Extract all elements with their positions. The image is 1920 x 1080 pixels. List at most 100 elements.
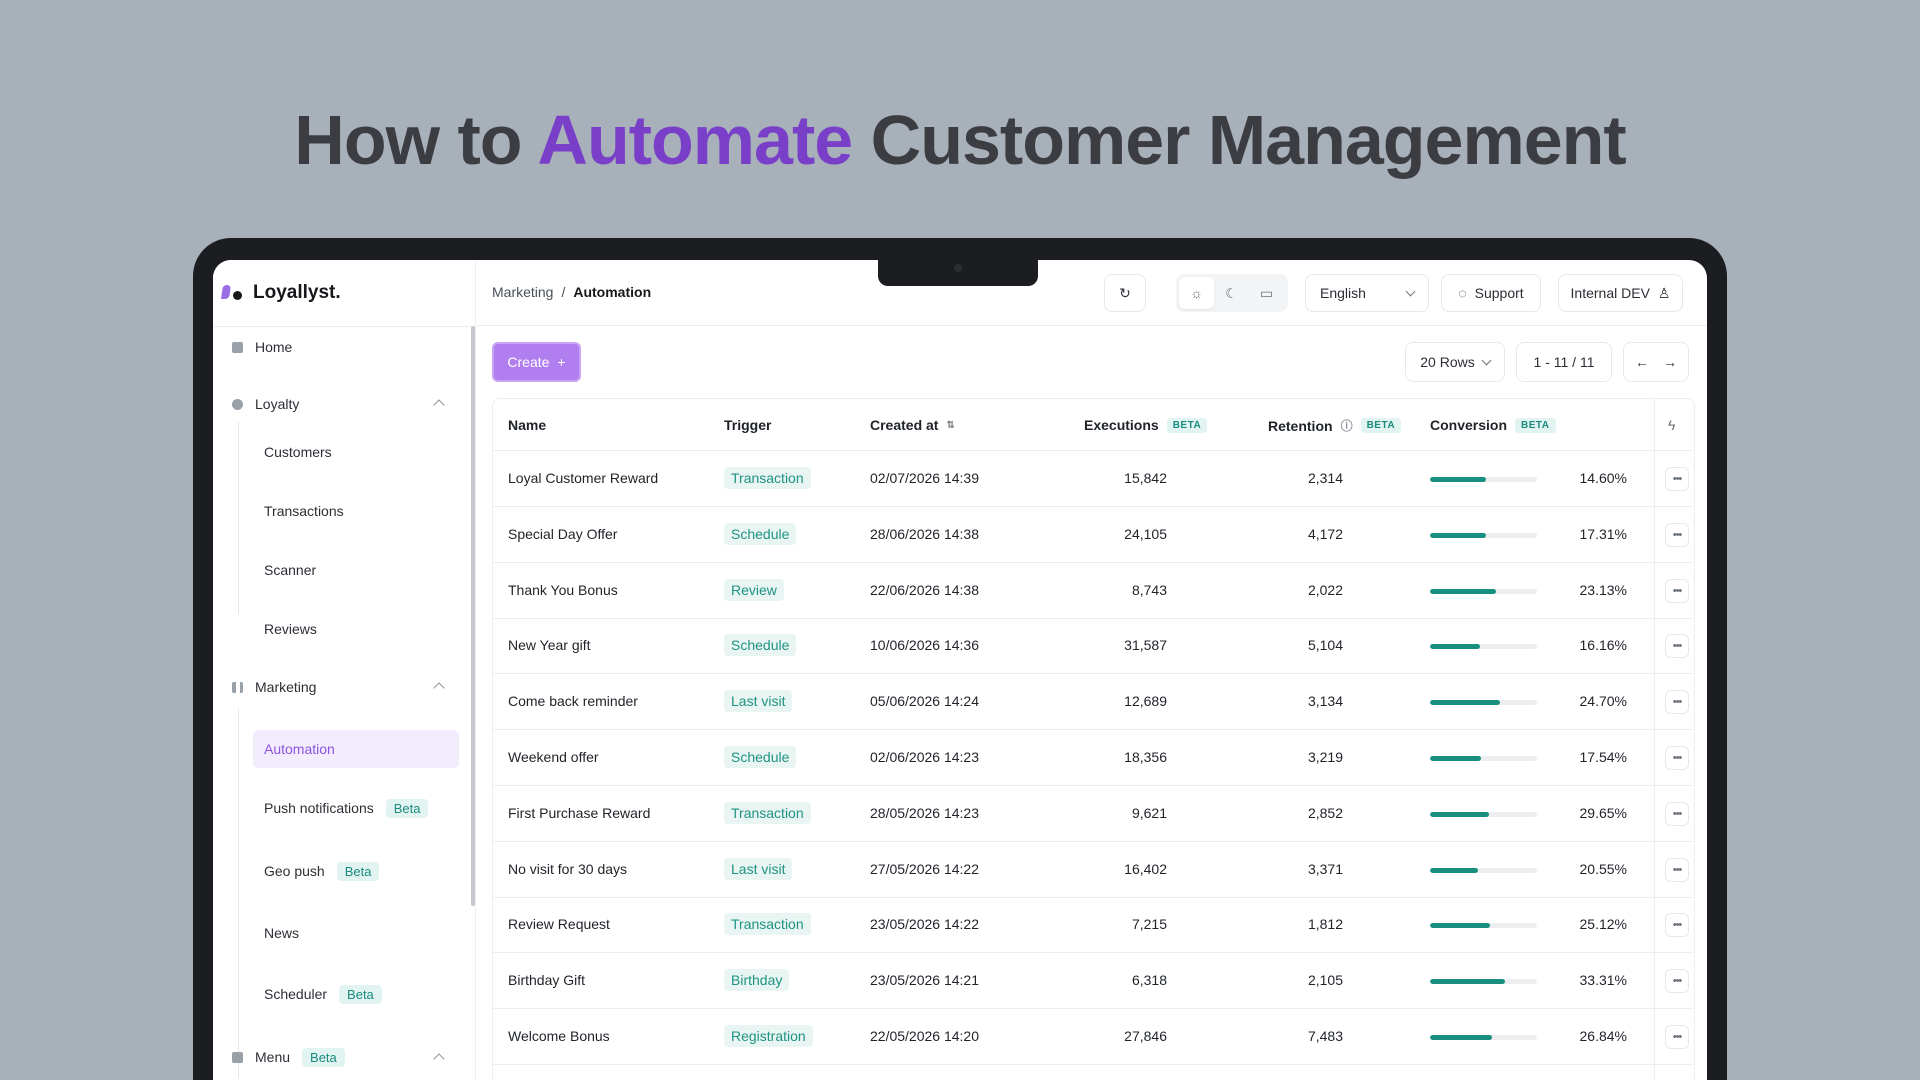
more-options-button[interactable]: ••• bbox=[1665, 801, 1689, 826]
table-row[interactable]: New Year gift Schedule 10/06/2026 14:36 31,… bbox=[493, 618, 1694, 675]
conversion-progress-bar bbox=[1430, 644, 1537, 650]
sidebar-scrollbar[interactable] bbox=[471, 326, 475, 906]
row-created-at: 28/06/2026 14:38 bbox=[870, 525, 979, 542]
headline-accent: Automate bbox=[537, 101, 853, 179]
table-row[interactable]: Welcome Bonus Registration 22/05/2026 14:2… bbox=[493, 1009, 1694, 1065]
row-retention: 4,172 bbox=[1307, 525, 1343, 542]
table-row[interactable]: Loyal Customer Reward Transaction 02/07/20… bbox=[493, 451, 1694, 507]
table-row[interactable]: No visit for 30 days Last visit 27/05/2026… bbox=[493, 842, 1694, 898]
more-options-button[interactable]: ••• bbox=[1665, 467, 1689, 491]
header-trigger[interactable]: Trigger bbox=[724, 417, 771, 433]
row-retention: 1,812 bbox=[1307, 916, 1343, 933]
rows-per-page-select[interactable]: 20 Rows bbox=[1405, 342, 1505, 382]
row-name[interactable]: Come back reminder bbox=[508, 693, 638, 709]
sidebar-item-scheduler[interactable]: Scheduler Beta bbox=[264, 983, 382, 1005]
sidebar-item-reviews[interactable]: Reviews bbox=[264, 618, 317, 640]
sidebar-item-news[interactable]: News bbox=[264, 922, 299, 944]
row-conversion: 20.55% bbox=[1579, 860, 1627, 877]
row-name[interactable]: Weekend offer bbox=[508, 749, 599, 765]
conversion-progress-fill bbox=[1430, 979, 1505, 985]
beta-badge: BETA bbox=[1360, 418, 1402, 433]
header-conversion[interactable]: Conversion BETA bbox=[1430, 417, 1556, 433]
support-button[interactable]: ◌ Support bbox=[1441, 274, 1541, 312]
more-options-button[interactable]: ••• bbox=[1665, 746, 1689, 770]
table-row[interactable]: First Purchase Reward Transaction 28/05/20… bbox=[493, 786, 1694, 842]
sidebar-item-transactions[interactable]: Transactions bbox=[264, 500, 344, 522]
table-row[interactable]: Come back reminder Last visit 05/06/2026 1… bbox=[493, 674, 1694, 731]
breadcrumb-separator: / bbox=[561, 284, 566, 300]
conversion-progress-fill bbox=[1430, 756, 1482, 761]
chevron-down-icon bbox=[1481, 355, 1492, 365]
sort-icon[interactable]: ⇅ bbox=[946, 420, 954, 431]
more-options-button[interactable]: ••• bbox=[1665, 634, 1689, 659]
conversion-progress-bar bbox=[1430, 867, 1537, 873]
row-name[interactable]: Birthday Gift bbox=[508, 972, 585, 988]
row-created-at: 02/07/2026 14:39 bbox=[870, 470, 979, 486]
row-name[interactable]: Welcome Bonus bbox=[508, 1028, 610, 1044]
row-name[interactable]: First Purchase Reward bbox=[508, 805, 650, 821]
sidebar-item-customers[interactable]: Customers bbox=[264, 441, 332, 463]
chevron-up-icon[interactable] bbox=[433, 399, 445, 411]
table-row[interactable]: Birthday Gift Birthday 23/05/2026 14:21 6,3… bbox=[493, 953, 1694, 1010]
chevron-up-icon[interactable] bbox=[433, 682, 445, 694]
arrow-left-icon[interactable]: ← bbox=[1635, 354, 1649, 370]
header-name[interactable]: Name bbox=[508, 417, 546, 433]
more-options-button[interactable]: ••• bbox=[1665, 913, 1689, 938]
divider bbox=[238, 422, 239, 614]
create-button[interactable]: Create + bbox=[492, 342, 581, 382]
row-name[interactable]: New Year gift bbox=[508, 637, 591, 653]
conversion-progress-bar bbox=[1430, 979, 1537, 985]
sidebar-item-automation[interactable]: Automation bbox=[253, 730, 459, 768]
row-created-at: 22/06/2026 14:38 bbox=[870, 581, 979, 598]
row-name[interactable]: No visit for 30 days bbox=[508, 861, 627, 877]
row-name[interactable]: Review Request bbox=[508, 916, 610, 932]
refresh-button[interactable]: ↻ bbox=[1104, 274, 1146, 312]
sidebar-item-marketing[interactable]: Marketing bbox=[232, 676, 316, 698]
row-retention: 3,371 bbox=[1307, 860, 1343, 877]
row-retention: 5,104 bbox=[1307, 637, 1343, 654]
more-options-button[interactable]: ••• bbox=[1665, 969, 1689, 994]
brand-logo[interactable]: Loyallyst. bbox=[221, 282, 341, 304]
row-name[interactable]: Loyal Customer Reward bbox=[508, 470, 658, 486]
row-name[interactable]: Thank You Bonus bbox=[508, 582, 618, 598]
more-options-button[interactable]: ••• bbox=[1665, 578, 1689, 603]
table-row[interactable]: Weekend offer Schedule 02/06/2026 14:23 18,… bbox=[493, 730, 1694, 786]
arrow-right-icon[interactable]: → bbox=[1663, 354, 1677, 370]
logo-icon bbox=[221, 284, 245, 302]
table-header: Name Trigger Created at ⇅ Executions BET… bbox=[493, 399, 1694, 451]
trigger-badge: Schedule bbox=[724, 522, 797, 545]
trigger-badge: Schedule bbox=[724, 746, 797, 768]
chevron-up-icon[interactable] bbox=[433, 1053, 445, 1065]
sidebar-item-loyalty[interactable]: Loyalty bbox=[232, 393, 299, 415]
info-icon[interactable]: ⓘ bbox=[1341, 417, 1353, 434]
header-created-at[interactable]: Created at ⇅ bbox=[870, 417, 955, 433]
sidebar-item-menu[interactable]: Menu Beta bbox=[232, 1046, 345, 1068]
sidebar-item-home[interactable]: Home bbox=[232, 336, 292, 358]
lightning-icon[interactable]: ϟ bbox=[1668, 417, 1675, 433]
header-retention[interactable]: Retention ⓘ BETA bbox=[1268, 417, 1402, 434]
language-select[interactable]: English bbox=[1305, 274, 1429, 312]
sun-icon[interactable]: ☼ bbox=[1179, 277, 1214, 309]
more-options-button[interactable]: ••• bbox=[1665, 690, 1689, 715]
table-row[interactable]: Special Day Offer Schedule 28/06/2026 14:3… bbox=[493, 507, 1694, 563]
account-button[interactable]: Internal DEV ♙ bbox=[1558, 274, 1683, 312]
moon-icon[interactable]: ☾ bbox=[1214, 277, 1249, 309]
conversion-progress-fill bbox=[1430, 923, 1490, 929]
more-options-button[interactable]: ••• bbox=[1665, 857, 1689, 882]
row-conversion: 26.84% bbox=[1579, 1028, 1627, 1044]
more-options-button[interactable]: ••• bbox=[1665, 1025, 1689, 1049]
more-options-button[interactable]: ••• bbox=[1665, 522, 1689, 547]
monitor-icon[interactable]: ▭ bbox=[1249, 277, 1284, 309]
breadcrumb-marketing[interactable]: Marketing bbox=[492, 284, 553, 300]
header-executions[interactable]: Executions BETA bbox=[1084, 417, 1208, 433]
trigger-badge: Birthday bbox=[724, 969, 790, 992]
table-row[interactable]: Thank You Bonus Review 22/06/2026 14:38 8,7… bbox=[493, 563, 1694, 619]
sidebar-item-scanner[interactable]: Scanner bbox=[264, 559, 316, 581]
conversion-progress-fill bbox=[1430, 644, 1481, 650]
sidebar-item-push-notifications[interactable]: Push notifications Beta bbox=[264, 797, 429, 819]
row-name[interactable]: Special Day Offer bbox=[508, 526, 617, 542]
row-created-at: 28/05/2026 14:23 bbox=[870, 804, 979, 821]
table-row[interactable]: Review Request Transaction 23/05/2026 14:2… bbox=[493, 897, 1694, 954]
row-created-at: 23/05/2026 14:22 bbox=[870, 916, 979, 933]
sidebar-item-geo-push[interactable]: Geo push Beta bbox=[264, 860, 380, 882]
